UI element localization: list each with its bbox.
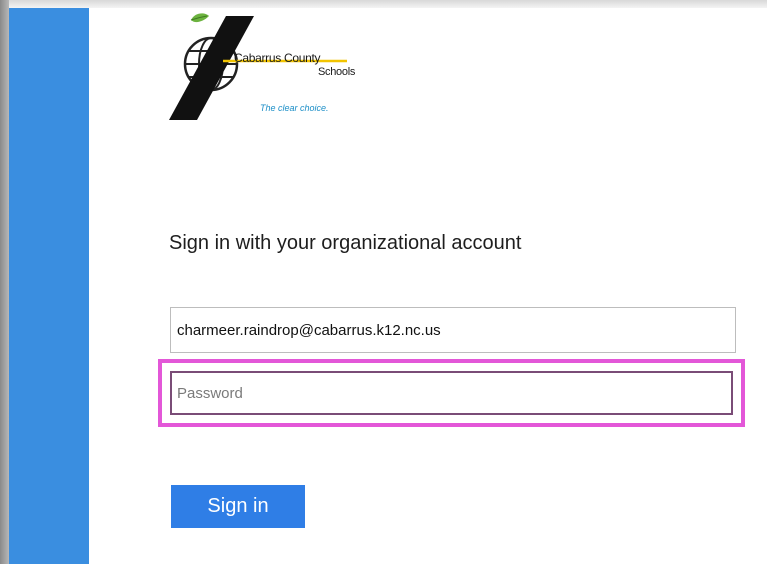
sign-in-page: Cabarrus County Schools The clear choice… [0, 0, 767, 564]
window-left-edge [0, 0, 9, 564]
logo-tagline: The clear choice. [260, 103, 329, 113]
side-panel [9, 8, 89, 564]
email-field[interactable] [170, 307, 736, 353]
password-highlight-box [158, 359, 745, 427]
sign-in-button[interactable]: Sign in [171, 485, 305, 528]
sign-in-heading: Sign in with your organizational account [169, 232, 522, 254]
logo-name-line1: Cabarrus County [234, 51, 321, 65]
password-field[interactable] [170, 371, 733, 415]
window-top-edge [0, 0, 767, 8]
sign-in-panel: Cabarrus County Schools The clear choice… [89, 8, 767, 564]
school-district-logo: Cabarrus County Schools The clear choice… [169, 12, 369, 124]
logo-name-line2: Schools [318, 66, 356, 78]
